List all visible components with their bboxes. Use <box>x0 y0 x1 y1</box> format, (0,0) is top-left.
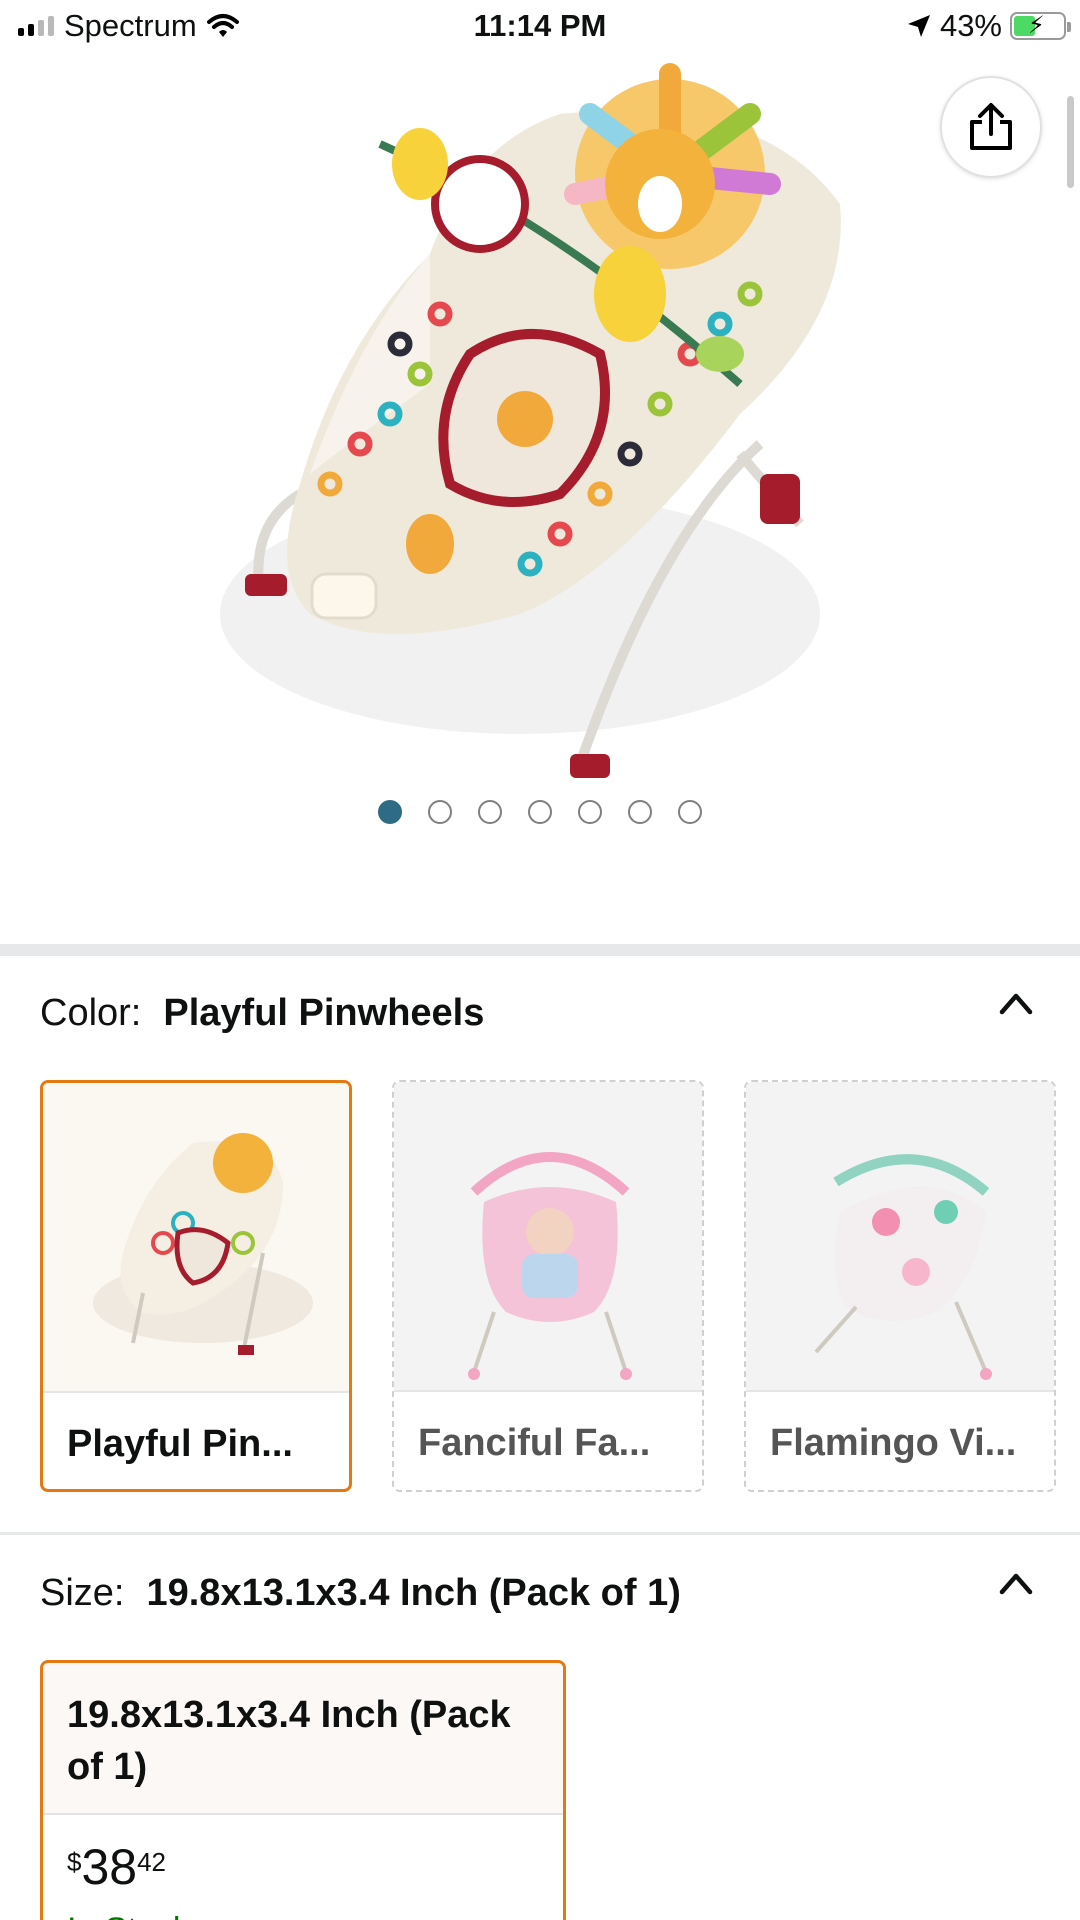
size-selected-value: 19.8x13.1x3.4 Inch (Pack of 1) <box>146 1572 681 1614</box>
carousel-dot[interactable] <box>428 800 452 824</box>
scrollbar[interactable] <box>1067 96 1074 188</box>
color-option-image <box>43 1083 349 1393</box>
carousel-dot[interactable] <box>528 800 552 824</box>
size-option-title: 19.8x13.1x3.4 Inch (Pack of 1) <box>43 1663 563 1815</box>
carousel-dots <box>0 800 1080 824</box>
battery-percent: 43% <box>939 8 1002 43</box>
status-bar: Spectrum 11:14 PM 43% ⚡ <box>0 0 1080 54</box>
carousel-dot[interactable] <box>628 800 652 824</box>
size-option-price: $ 38 42 <box>67 1841 166 1893</box>
chevron-up-icon[interactable] <box>996 1564 1036 1604</box>
color-option-playful-pinwheels[interactable]: Playful Pin... <box>40 1080 352 1492</box>
price-currency: $ <box>67 1847 82 1877</box>
product-image[interactable] <box>0 54 1080 834</box>
color-option-label: Flamingo Vi... <box>770 1422 1017 1464</box>
carousel-dot[interactable] <box>378 800 402 824</box>
section-divider <box>0 944 1080 956</box>
chevron-up-icon[interactable] <box>996 984 1036 1024</box>
color-option-label: Playful Pin... <box>67 1423 293 1465</box>
size-option-card[interactable]: 19.8x13.1x3.4 Inch (Pack of 1) $ 38 42 I… <box>40 1660 566 1920</box>
location-arrow-icon <box>907 15 930 37</box>
size-label: Size: <box>40 1572 125 1614</box>
share-button[interactable] <box>940 76 1042 178</box>
carousel-dot[interactable] <box>578 800 602 824</box>
price-whole: 38 <box>81 1839 138 1895</box>
color-selected-value: Playful Pinwheels <box>163 992 485 1034</box>
price-fraction: 42 <box>137 1847 167 1877</box>
color-selector-header[interactable]: Color: Playful Pinwheels <box>40 992 484 1035</box>
color-label: Color: <box>40 992 142 1034</box>
color-option-label: Fanciful Fa... <box>418 1422 651 1464</box>
availability-status: In Stock <box>67 1911 190 1920</box>
section-divider <box>0 1532 1080 1535</box>
color-option-image <box>394 1082 702 1392</box>
share-icon <box>970 103 1012 150</box>
color-option-fanciful-fawn[interactable]: Fanciful Fa... <box>392 1080 704 1492</box>
status-right: 43% ⚡ <box>906 8 1071 44</box>
color-option-image <box>746 1082 1054 1392</box>
product-image-carousel[interactable] <box>0 54 1080 834</box>
carousel-dot[interactable] <box>478 800 502 824</box>
color-option-flamingo-vibes[interactable]: Flamingo Vi... <box>744 1080 1056 1492</box>
carousel-dot[interactable] <box>678 800 702 824</box>
size-selector-header[interactable]: Size: 19.8x13.1x3.4 Inch (Pack of 1) <box>40 1572 681 1615</box>
battery-charging-icon: ⚡ <box>1010 12 1071 40</box>
